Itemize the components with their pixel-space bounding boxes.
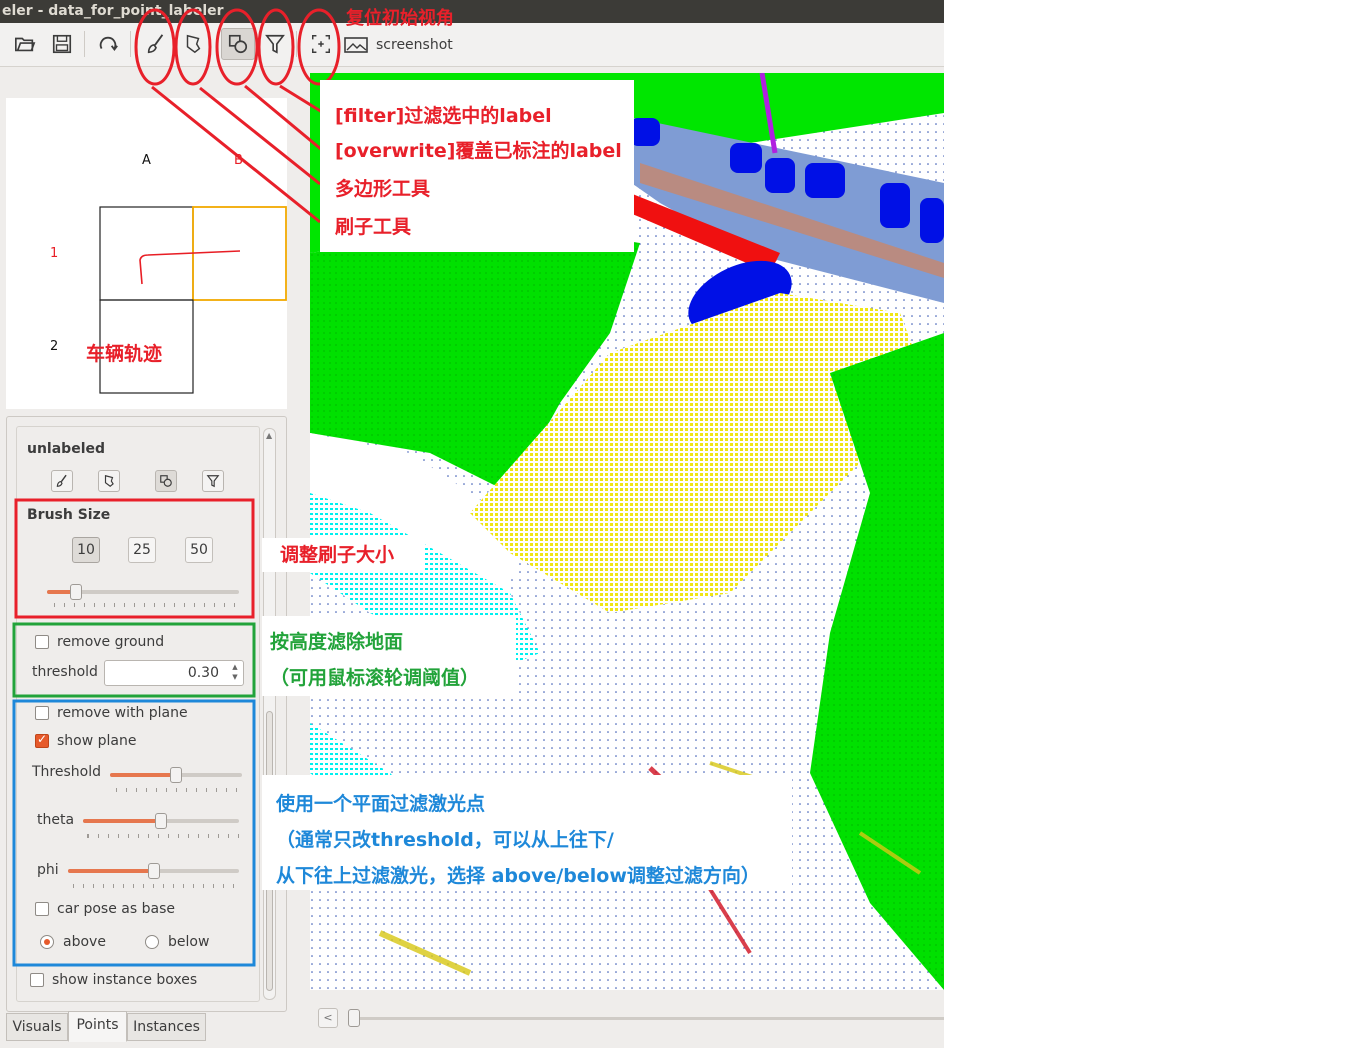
tab-instances[interactable]: Instances — [127, 1013, 206, 1041]
filter-icon — [265, 34, 285, 54]
tab-visuals[interactable]: Visuals — [6, 1013, 68, 1041]
label-name: unlabeled — [27, 441, 106, 457]
ground-annotation-line2: （可用鼠标滚轮调阈值） — [270, 667, 480, 689]
filter-button[interactable] — [258, 28, 292, 60]
theta-slider-handle[interactable] — [155, 813, 167, 829]
previous-frame-button[interactable]: < — [318, 1008, 338, 1028]
screenshot-button[interactable]: screenshot — [344, 31, 453, 59]
trajectory-note: 车辆轨迹 — [86, 343, 163, 365]
brush-icon — [147, 34, 164, 54]
panel-polygon-button[interactable] — [98, 470, 120, 492]
reload-button[interactable] — [91, 28, 125, 60]
brush-size-25-button[interactable]: 25 — [128, 537, 156, 563]
plane-threshold-label: Threshold — [32, 764, 101, 780]
filter-icon — [206, 475, 220, 488]
remove-ground-label: remove ground — [57, 634, 165, 650]
polygon-tool-button[interactable] — [176, 28, 210, 60]
theta-slider[interactable] — [83, 813, 239, 829]
point-cloud-render — [310, 73, 944, 990]
brush-annotation: 刷子工具 — [335, 216, 412, 238]
row-2-label: 2 — [50, 339, 59, 354]
plane-threshold-slider[interactable] — [110, 767, 242, 783]
frame-slider-area: < — [310, 1004, 944, 1038]
brush-size-slider-handle[interactable] — [69, 584, 82, 600]
panel-brush-button[interactable] — [51, 470, 73, 492]
show-instance-boxes-checkbox[interactable] — [30, 973, 44, 987]
overwrite-annotation: [overwrite]覆盖已标注的label — [335, 140, 622, 162]
show-plane-label: show plane — [57, 733, 137, 749]
slider-ticks — [87, 834, 239, 838]
plane-threshold-slider-handle[interactable] — [170, 767, 182, 783]
brush-size-annotation: 调整刷子大小 — [280, 544, 395, 566]
phi-slider-handle[interactable] — [147, 863, 160, 879]
save-button[interactable] — [45, 28, 79, 60]
slider-ticks — [115, 788, 242, 792]
slider-ticks — [72, 884, 239, 888]
remove-ground-checkbox[interactable] — [35, 635, 49, 649]
panel-scrollbar[interactable]: ▲ — [263, 428, 276, 1000]
overwrite-icon — [160, 475, 172, 487]
toolbar: screenshot — [0, 23, 944, 67]
slider-ticks — [53, 603, 238, 607]
reset-view-icon — [312, 35, 330, 53]
threshold-value: 0.30 — [187, 665, 219, 681]
car-pose-as-base-checkbox[interactable] — [35, 902, 49, 916]
show-plane-checkbox[interactable] — [35, 732, 49, 748]
open-icon — [15, 37, 36, 52]
phi-slider[interactable] — [68, 863, 239, 879]
above-label: above — [63, 934, 106, 950]
plane-annotation-line1: 使用一个平面过滤激光点 — [276, 793, 486, 815]
reset-view-button[interactable] — [304, 28, 338, 60]
below-radio[interactable] — [145, 935, 159, 949]
brush-icon — [56, 474, 67, 487]
screenshot-label: screenshot — [376, 37, 453, 53]
window-title: eler - data_for_point_labeler — [0, 0, 944, 23]
point-cloud-viewport[interactable] — [310, 73, 944, 990]
brush-tool-button[interactable] — [139, 28, 173, 60]
row-1-label: 1 — [50, 246, 59, 261]
screenshot-icon — [344, 37, 368, 53]
plane-annotation-line3: 从下往上过滤激光，选择 above/below调整过滤方向） — [276, 865, 760, 887]
panel-overwrite-button[interactable] — [155, 470, 177, 492]
brush-size-10-button[interactable]: 10 — [72, 537, 100, 563]
tab-points[interactable]: Points — [68, 1011, 127, 1042]
frame-slider-handle[interactable] — [348, 1009, 360, 1027]
phi-label: phi — [37, 862, 59, 878]
scrollbar-thumb[interactable] — [266, 711, 273, 991]
theta-label: theta — [37, 812, 75, 828]
brush-size-slider[interactable] — [47, 584, 239, 600]
remove-with-plane-checkbox[interactable] — [35, 706, 49, 720]
overwrite-icon — [228, 34, 248, 54]
brush-size-50-button[interactable]: 50 — [185, 537, 213, 563]
below-label: below — [168, 934, 210, 950]
reset-view-annotation: 复位初始视角 — [346, 8, 454, 29]
open-button[interactable] — [8, 28, 42, 60]
column-a-label: A — [142, 153, 151, 168]
panel-filter-button[interactable] — [202, 470, 224, 492]
threshold-spinbox[interactable]: 0.30 ▲ ▼ — [104, 660, 244, 686]
polygon-annotation: 多边形工具 — [335, 178, 431, 200]
car-pose-as-base-label: car pose as base — [57, 901, 175, 917]
show-instance-boxes-label: show instance boxes — [52, 972, 198, 988]
reload-icon — [99, 36, 118, 52]
frame-slider[interactable] — [350, 1017, 944, 1020]
column-b-label: B — [234, 153, 243, 168]
filter-annotation: [filter]过滤选中的label — [335, 105, 552, 127]
polygon-icon — [104, 475, 114, 487]
remove-with-plane-label: remove with plane — [57, 705, 188, 721]
above-radio[interactable] — [40, 935, 54, 949]
plane-annotation-line2: （通常只改threshold，可以从上往下/ — [276, 829, 614, 851]
save-icon — [52, 34, 72, 54]
overwrite-button[interactable] — [221, 28, 255, 60]
ground-annotation-line1: 按高度滤除地面 — [270, 631, 404, 653]
spinbox-arrows[interactable]: ▲ ▼ — [229, 662, 241, 684]
polygon-icon — [186, 34, 201, 54]
threshold-label: threshold — [32, 664, 98, 680]
brush-size-title: Brush Size — [27, 507, 111, 523]
